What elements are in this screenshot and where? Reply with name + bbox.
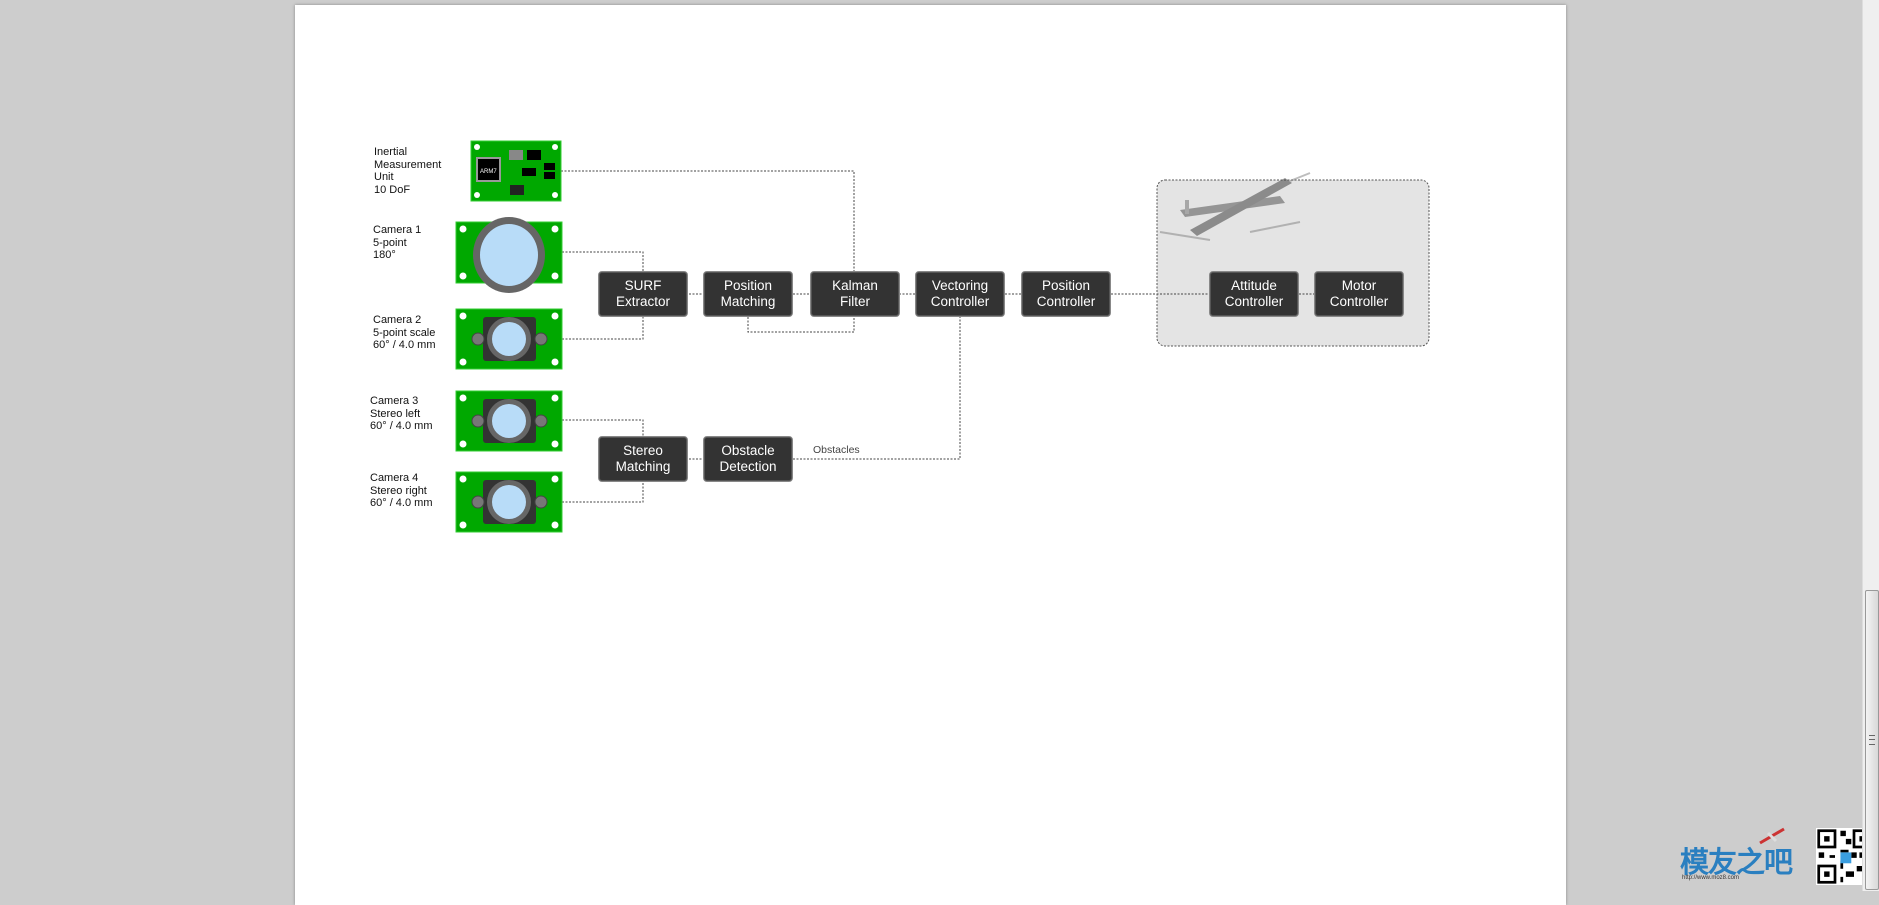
scrollbar-thumb[interactable] bbox=[1865, 590, 1879, 890]
attitude-controller-block: Attitude Controller bbox=[1209, 271, 1299, 317]
position-controller-block: Position Controller bbox=[1021, 271, 1111, 317]
svg-text:ARM7: ARM7 bbox=[480, 169, 497, 175]
camera-1-board-icon bbox=[455, 217, 563, 293]
camera-2-label: Camera 2 5-point scale 60° / 4.0 mm bbox=[373, 314, 436, 351]
camera-2-board-icon bbox=[455, 308, 563, 370]
edge-cam4-stereo bbox=[562, 483, 644, 503]
diagram-canvas: ARM7 bbox=[455, 140, 1430, 533]
edge-cam3-stereo bbox=[562, 419, 644, 436]
stereo-matching-block: Stereo Matching bbox=[598, 436, 688, 482]
airplane-logo-icon bbox=[1759, 827, 1785, 845]
camera-boards bbox=[455, 308, 563, 533]
obstacles-edge-label: Obstacles bbox=[813, 444, 860, 456]
camera-4-board-icon bbox=[455, 471, 563, 533]
motor-controller-block: Motor Controller bbox=[1314, 271, 1404, 317]
position-matching-block: Position Matching bbox=[703, 271, 793, 317]
edge-obstacle-vectoring bbox=[793, 317, 961, 460]
camera-4-label: Camera 4 Stereo right 60° / 4.0 mm bbox=[370, 472, 433, 509]
camera-3-label: Camera 3 Stereo left 60° / 4.0 mm bbox=[370, 395, 433, 432]
imu-board-icon: ARM7 bbox=[470, 140, 562, 202]
grip-icon bbox=[1869, 735, 1875, 745]
obstacle-detection-block: Obstacle Detection bbox=[703, 436, 793, 482]
camera-1-label: Camera 1 5-point 180° bbox=[373, 224, 422, 261]
camera-3-board-icon bbox=[455, 390, 563, 452]
edge-posmatch-kalman bbox=[747, 317, 855, 333]
vectoring-controller-block: Vectoring Controller bbox=[915, 271, 1005, 317]
document-page: ARM7 Inertial Measurement Unit 10 DoF Ca… bbox=[295, 5, 1566, 905]
surf-extractor-block: SURF Extractor bbox=[598, 271, 688, 317]
edge-cam2-surf bbox=[562, 317, 644, 340]
watermark-url: http://www.moz8.com bbox=[1682, 875, 1740, 881]
edge-cam1-surf bbox=[562, 251, 644, 271]
vertical-scrollbar[interactable] bbox=[1862, 0, 1879, 891]
kalman-filter-block: Kalman Filter bbox=[810, 271, 900, 317]
edge-imu-kalman bbox=[561, 170, 855, 271]
imu-label: Inertial Measurement Unit 10 DoF bbox=[374, 146, 442, 196]
aircraft-group bbox=[1156, 179, 1430, 347]
